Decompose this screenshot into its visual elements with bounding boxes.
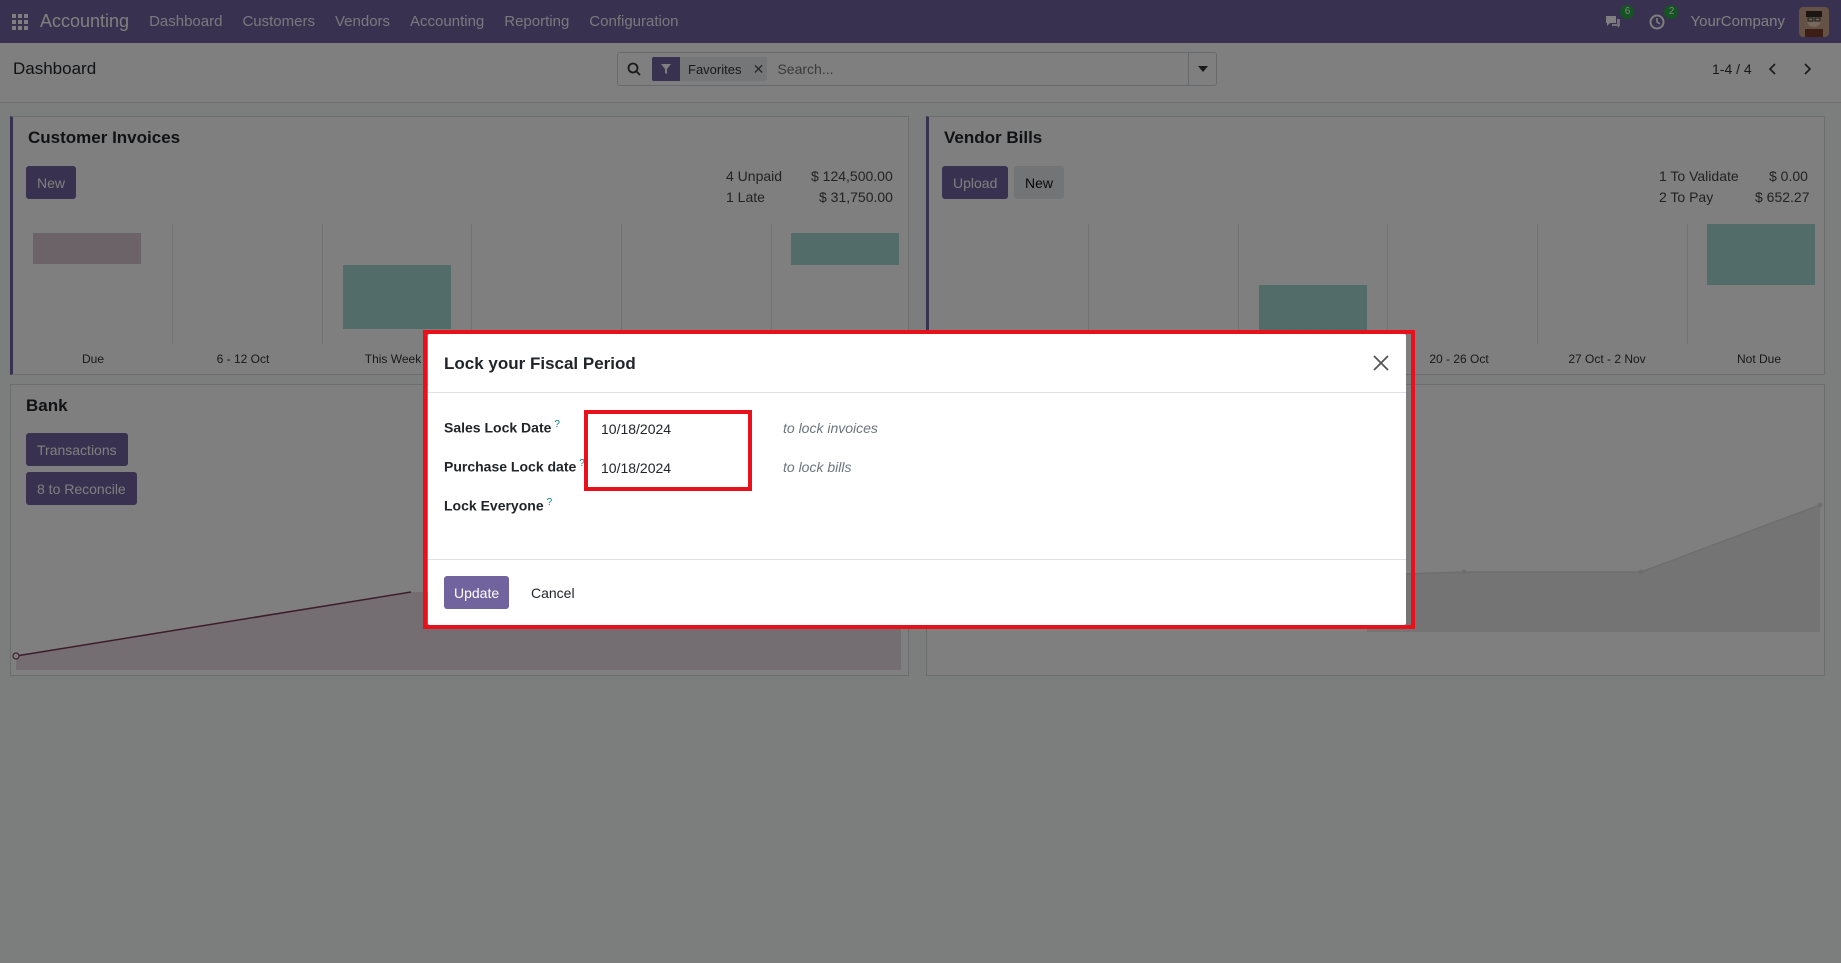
highlight-box xyxy=(584,410,752,491)
highlight-box xyxy=(423,330,1415,629)
